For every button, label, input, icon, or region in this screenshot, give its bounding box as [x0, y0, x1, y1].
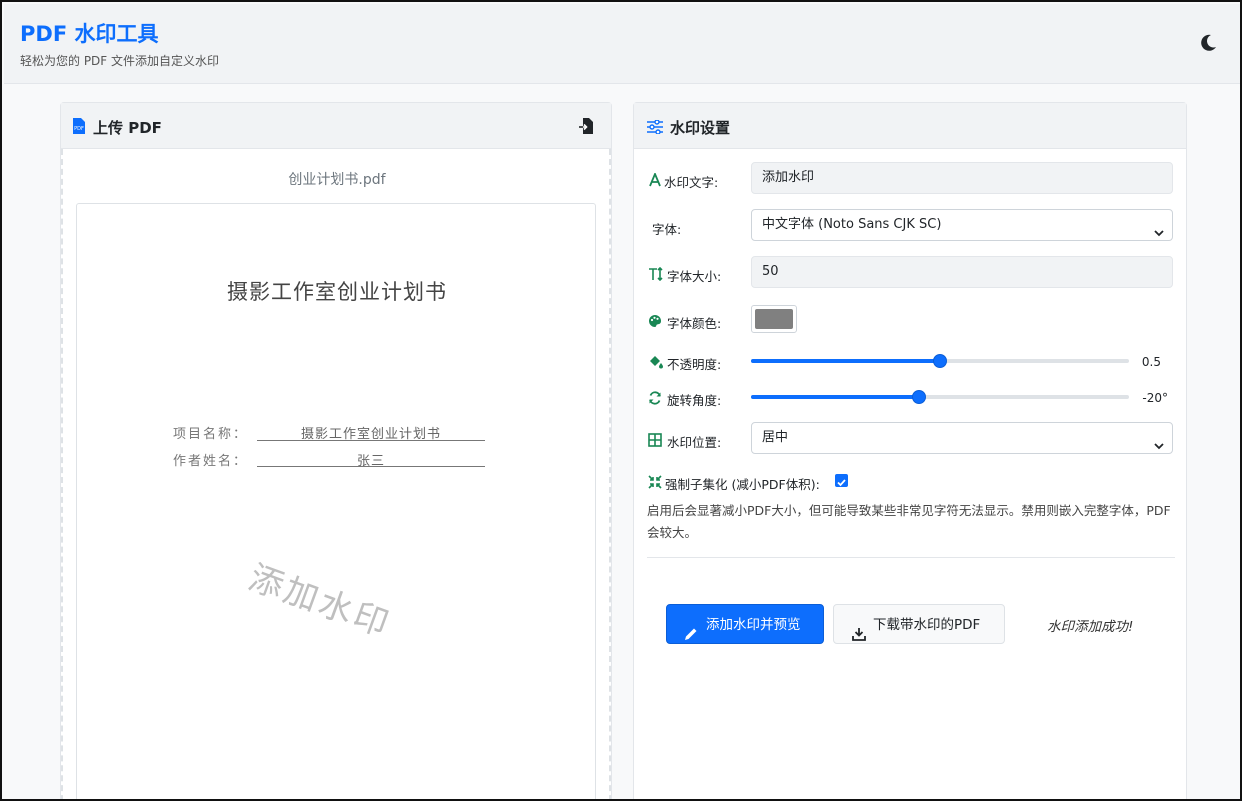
settings-card: 水印设置 水印文字: 添加水印 字体: 中文字体 (Noto Sans CJK … [633, 102, 1187, 799]
subset-checkbox[interactable] [835, 474, 848, 487]
subset-label: 强制子集化 (减小PDF体积): [665, 477, 820, 492]
moon-icon[interactable] [1197, 32, 1219, 54]
download-label: 下载带水印的PDF [873, 617, 981, 633]
project-name-line [257, 440, 485, 441]
project-name-label: 项目名称： [173, 427, 249, 442]
chevron-down-icon [1154, 220, 1164, 237]
position-select[interactable]: 居中 [751, 422, 1173, 454]
font-size-input[interactable]: 50 [751, 256, 1173, 288]
opacity-value: 0.5 [1141, 355, 1161, 369]
fill-drip-icon [648, 354, 663, 369]
app-frame: PDF 水印工具 轻松为您的 PDF 文件添加自定义水印 PDF 上传 PDF … [0, 0, 1242, 801]
font-select[interactable]: 中文字体 (Noto Sans CJK SC) [751, 209, 1173, 241]
color-label: 字体颜色: [667, 316, 722, 331]
settings-title: 水印设置 [670, 119, 731, 137]
opacity-slider-thumb[interactable] [933, 354, 947, 368]
rotation-slider-fill [751, 395, 919, 399]
pdf-preview: 摄影工作室创业计划书 项目名称： 摄影工作室创业计划书 作者姓名： 张三 添加水… [76, 203, 596, 799]
palette-icon [648, 313, 662, 327]
sliders-icon [647, 119, 663, 135]
position-select-value: 居中 [762, 430, 789, 445]
rotation-slider[interactable] [751, 389, 1129, 405]
upload-card-header: PDF 上传 PDF [61, 103, 611, 149]
font-select-value: 中文字体 (Noto Sans CJK SC) [762, 217, 942, 232]
file-name: 创业计划书.pdf [288, 172, 386, 188]
app-subtitle: 轻松为您的 PDF 文件添加自定义水印 [20, 54, 220, 68]
file-import-icon[interactable] [579, 118, 593, 134]
sync-icon [648, 390, 662, 405]
settings-card-header: 水印设置 [634, 103, 1186, 149]
compress-icon [648, 474, 662, 489]
file-pdf-icon: PDF [72, 118, 86, 134]
pencil-icon [684, 617, 698, 640]
rotation-value: -20° [1142, 391, 1168, 405]
text-label: 水印文字: [664, 175, 719, 190]
download-icon [852, 617, 866, 641]
add-watermark-preview-label: 添加水印并预览 [706, 617, 801, 633]
rotation-label: 旋转角度: [667, 393, 722, 408]
position-label: 水印位置: [667, 435, 722, 450]
opacity-slider[interactable] [751, 353, 1129, 369]
text-height-icon [648, 266, 663, 282]
color-swatch-fill [755, 309, 793, 329]
app-title: PDF 水印工具 [20, 22, 159, 46]
author-name-label: 作者姓名： [173, 454, 249, 469]
upload-title: 上传 PDF [93, 119, 162, 137]
size-label: 字体大小: [667, 269, 722, 284]
font-label: 字体: [652, 222, 682, 237]
watermark-preview: 添加水印 [243, 557, 397, 646]
divider [647, 557, 1175, 558]
status-message: 水印添加成功! [1047, 619, 1134, 635]
font-icon [648, 171, 662, 187]
svg-text:PDF: PDF [74, 126, 84, 132]
opacity-label: 不透明度: [667, 357, 722, 372]
chevron-down-icon [1154, 433, 1164, 450]
upload-card: PDF 上传 PDF 创业计划书.pdf 摄影工作室创业计划书 项目名称： 摄影… [60, 102, 612, 799]
add-watermark-preview-button[interactable]: 添加水印并预览 [666, 604, 824, 644]
opacity-slider-fill [751, 359, 940, 363]
author-name-line [257, 466, 485, 467]
rotation-slider-thumb[interactable] [911, 390, 926, 404]
grid-icon [648, 432, 662, 447]
app-header: PDF 水印工具 轻松为您的 PDF 文件添加自定义水印 [4, 4, 1240, 84]
color-picker[interactable] [751, 305, 797, 333]
watermark-text-input[interactable]: 添加水印 [751, 162, 1173, 194]
doc-title: 摄影工作室创业计划书 [227, 280, 447, 304]
download-button[interactable]: 下载带水印的PDF [833, 604, 1005, 644]
subset-help-text: 启用后会显著减小PDF大小，但可能导致某些非常见字符无法显示。禁用则嵌入完整字体… [647, 503, 1171, 540]
